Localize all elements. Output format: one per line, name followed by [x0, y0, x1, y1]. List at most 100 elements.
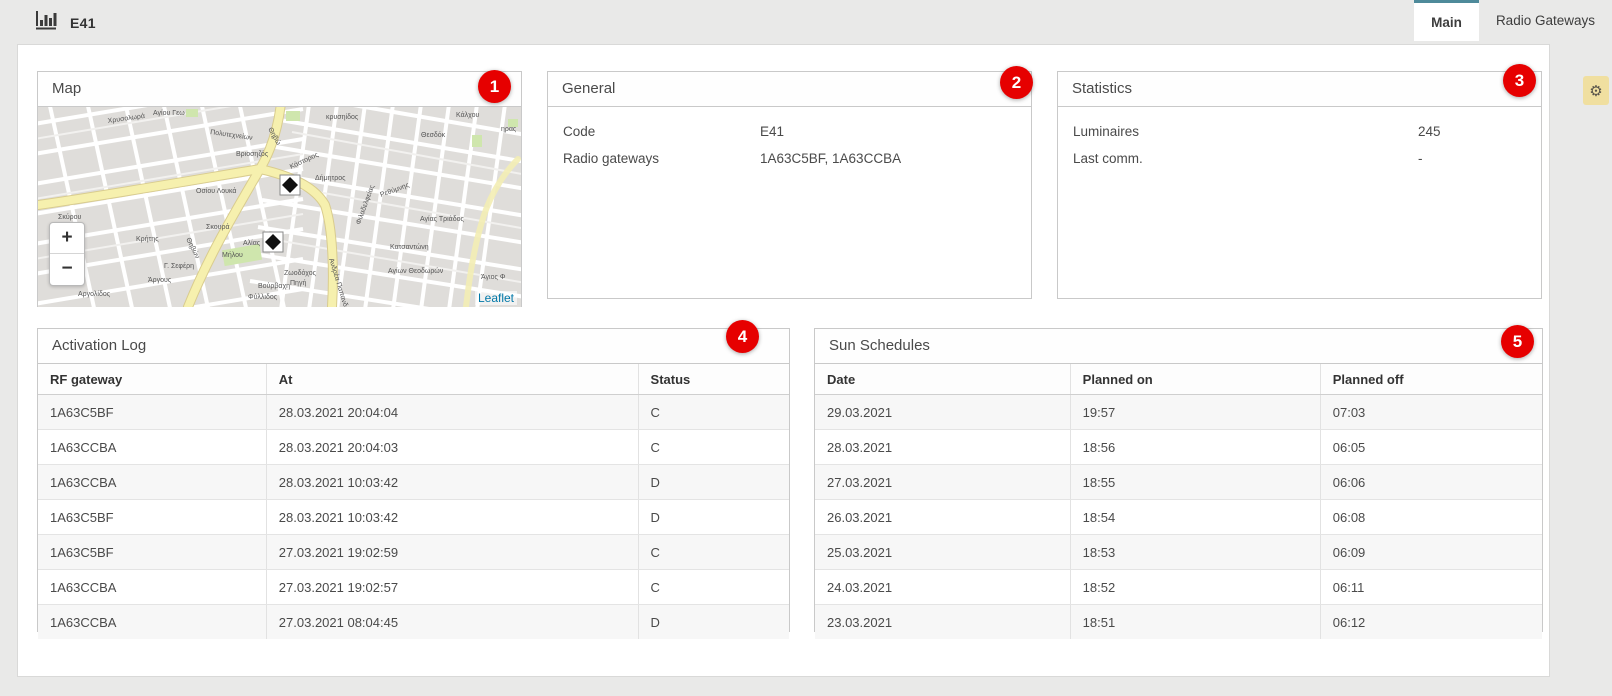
page-title: E41 [70, 15, 96, 31]
street-label: Κατσαντώνη [390, 243, 429, 251]
statistics-panel-title: Statistics [1058, 72, 1541, 107]
table-row[interactable]: 1A63CCBA27.03.2021 19:02:57C [38, 570, 789, 605]
table-cell: 18:52 [1070, 570, 1320, 605]
map-marker[interactable] [280, 175, 300, 195]
table-cell: 18:53 [1070, 535, 1320, 570]
table-cell: 28.03.2021 [815, 430, 1070, 465]
settings-button[interactable]: ⚙ [1583, 76, 1609, 105]
table-cell: 28.03.2021 20:04:03 [266, 430, 638, 465]
street-label: Κρήτης [136, 236, 159, 243]
map-zoom-control: + − [49, 222, 85, 286]
field-value: 245 [1418, 118, 1526, 145]
statistics-panel: 3 Statistics Luminaires245Last comm.- [1057, 71, 1542, 299]
zoom-out-button[interactable]: − [50, 254, 84, 284]
map-panel: 1 Map [37, 71, 522, 307]
table-row[interactable]: 1A63C5BF28.03.2021 20:04:04C [38, 395, 789, 430]
annotation-badge-1: 1 [478, 70, 511, 103]
table-cell: 18:55 [1070, 465, 1320, 500]
zoom-in-button[interactable]: + [50, 223, 84, 254]
street-label: Οσίου Λουκά [196, 187, 236, 195]
table-cell: 1A63CCBA [38, 465, 266, 500]
table-row[interactable]: 23.03.202118:5106:12 [815, 605, 1542, 640]
table-cell: 27.03.2021 [815, 465, 1070, 500]
field-row: Radio gateways1A63C5BF, 1A63CCBA [548, 145, 1031, 172]
table-cell: C [638, 395, 789, 430]
table-cell: 27.03.2021 19:02:59 [266, 535, 638, 570]
column-header: Status [638, 364, 789, 395]
table-row[interactable]: 27.03.202118:5506:06 [815, 465, 1542, 500]
table-cell: 1A63C5BF [38, 535, 266, 570]
table-row[interactable]: 25.03.202118:5306:09 [815, 535, 1542, 570]
field-label: Luminaires [1073, 118, 1418, 145]
street-label: κρυσηίδος [326, 113, 359, 121]
table-row[interactable]: 1A63C5BF27.03.2021 19:02:59C [38, 535, 789, 570]
general-panel-title: General [548, 72, 1031, 107]
table-row[interactable]: 1A63C5BF28.03.2021 10:03:42D [38, 500, 789, 535]
activation-log-panel-title: Activation Log [38, 329, 789, 364]
table-cell: C [638, 535, 789, 570]
column-header: Planned on [1070, 364, 1320, 395]
table-cell: 28.03.2021 20:04:04 [266, 395, 638, 430]
statistics-fields: Luminaires245Last comm.- [1058, 107, 1541, 172]
table-row[interactable]: 26.03.202118:5406:08 [815, 500, 1542, 535]
general-panel: 2 General CodeE41Radio gateways1A63C5BF,… [547, 71, 1032, 299]
street-label: Αγίων Θεοδωρών [388, 267, 444, 275]
activation-log-table: RF gatewayAtStatus1A63C5BF28.03.2021 20:… [38, 364, 789, 639]
street-label: Ζωοδόχος [284, 269, 317, 277]
annotation-badge-2: 2 [1000, 66, 1033, 99]
street-label: Δήμητρος [315, 175, 346, 182]
street-label: Γ. Σεφέρη [164, 262, 194, 270]
table-cell: 24.03.2021 [815, 570, 1070, 605]
tab-main[interactable]: Main [1414, 0, 1479, 41]
table-cell: 1A63CCBA [38, 570, 266, 605]
bar-chart-icon [36, 11, 58, 35]
table-row[interactable]: 1A63CCBA28.03.2021 20:04:03C [38, 430, 789, 465]
table-row[interactable]: 1A63CCBA28.03.2021 10:03:42D [38, 465, 789, 500]
table-cell: 19:57 [1070, 395, 1320, 430]
table-cell: 28.03.2021 10:03:42 [266, 465, 638, 500]
map-tiles: ΧρυσολωράΑγίου ΓεωΠολυτεχνείωνΒριοσηζόςκ… [38, 107, 521, 307]
table-cell: 1A63C5BF [38, 395, 266, 430]
table-row[interactable]: 1A63CCBA27.03.2021 08:04:45D [38, 605, 789, 640]
leaflet-attribution-link[interactable]: Leaflet [475, 291, 517, 305]
street-label: Άγιος Φ [481, 274, 506, 281]
table-cell: 28.03.2021 10:03:42 [266, 500, 638, 535]
street-label: Μήλου [222, 252, 243, 259]
column-header: At [266, 364, 638, 395]
field-label: Code [563, 118, 760, 145]
field-value: 1A63C5BF, 1A63CCBA [760, 145, 1016, 172]
table-cell: 06:08 [1320, 500, 1542, 535]
table-cell: 1A63C5BF [38, 500, 266, 535]
column-header: Planned off [1320, 364, 1542, 395]
table-cell: C [638, 570, 789, 605]
map-panel-title: Map [38, 72, 521, 107]
tab-bar: Main Radio Gateways [1414, 0, 1612, 41]
table-row[interactable]: 28.03.202118:5606:05 [815, 430, 1542, 465]
table-cell: C [638, 430, 789, 465]
table-cell: 06:12 [1320, 605, 1542, 640]
street-label: Αλίας [243, 239, 261, 247]
table-cell: 18:54 [1070, 500, 1320, 535]
street-label: Κάλχου [456, 111, 480, 119]
sun-schedules-panel-title: Sun Schedules [815, 329, 1542, 364]
field-value: E41 [760, 118, 1016, 145]
tab-radio-gateways[interactable]: Radio Gateways [1479, 0, 1612, 41]
table-row[interactable]: 29.03.202119:5707:03 [815, 395, 1542, 430]
table-cell: 27.03.2021 19:02:57 [266, 570, 638, 605]
street-label: Σκουρά [206, 223, 230, 231]
table-row[interactable]: 24.03.202118:5206:11 [815, 570, 1542, 605]
map-marker[interactable] [263, 232, 283, 252]
table-cell: 29.03.2021 [815, 395, 1070, 430]
street-label: Βριοσηζός [236, 150, 269, 158]
table-cell: 07:03 [1320, 395, 1542, 430]
sun-schedules-table: DatePlanned onPlanned off29.03.202119:57… [815, 364, 1542, 639]
table-cell: 18:56 [1070, 430, 1320, 465]
table-cell: 26.03.2021 [815, 500, 1070, 535]
field-row: Last comm.- [1058, 145, 1541, 172]
street-label: Σκύρου [58, 213, 82, 221]
street-label: Βούρβαχη [258, 282, 290, 290]
table-cell: 18:51 [1070, 605, 1320, 640]
annotation-badge-5: 5 [1501, 325, 1534, 358]
map-canvas[interactable]: ΧρυσολωράΑγίου ΓεωΠολυτεχνείωνΒριοσηζόςκ… [38, 107, 521, 307]
table-cell: 06:05 [1320, 430, 1542, 465]
